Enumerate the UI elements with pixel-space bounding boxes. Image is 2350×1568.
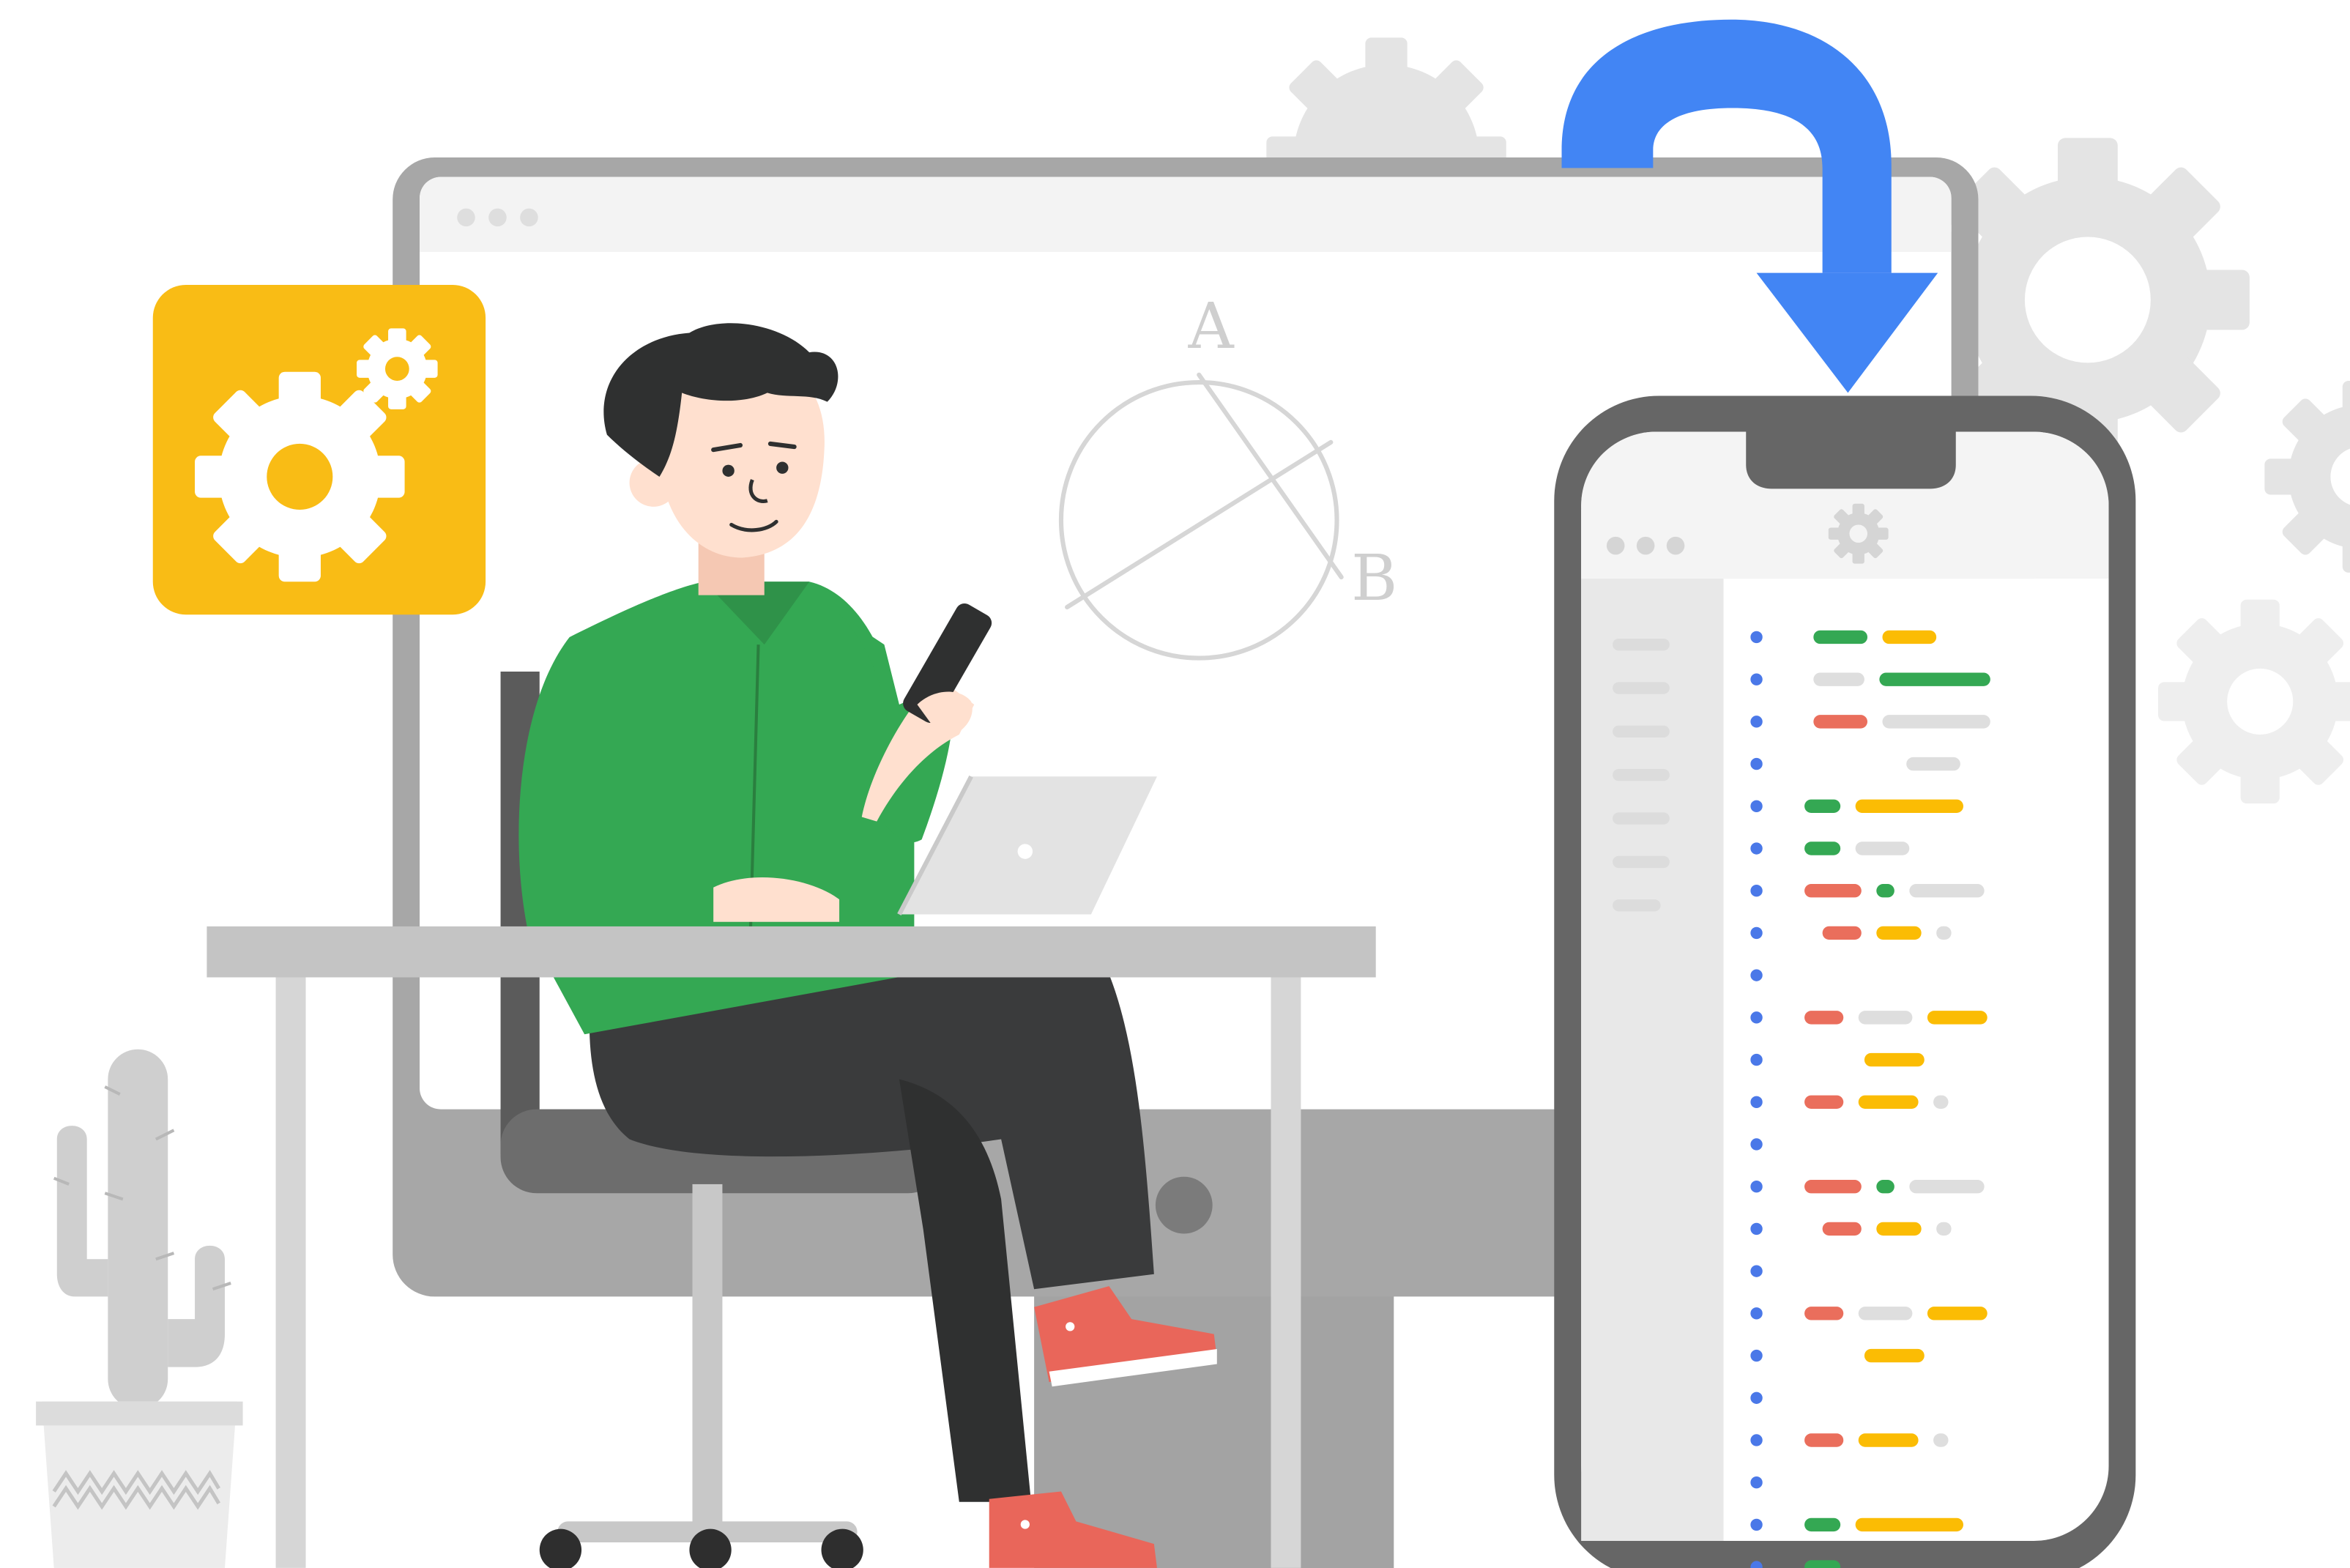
code-token [1876, 926, 1922, 940]
gear-icon [195, 371, 405, 582]
smartphone [1554, 395, 2136, 1568]
line-marker [1750, 885, 1763, 897]
code-token [1855, 1517, 1963, 1532]
gear-icon [1828, 503, 1889, 564]
code-token [1804, 1517, 1841, 1532]
line-marker [1750, 1518, 1763, 1531]
line-marker [1750, 842, 1763, 855]
code-token [1813, 672, 1864, 686]
diagram-label-b: B [1351, 542, 1397, 615]
phone-notch [1746, 431, 1956, 489]
code-token [1876, 1222, 1922, 1236]
phone-window-dots [1606, 536, 1685, 555]
code-token [1804, 799, 1841, 813]
cactus-plant [36, 1049, 243, 1568]
code-token [1858, 1011, 1913, 1025]
code-token [1804, 1095, 1844, 1109]
code-token [1804, 1560, 1841, 1568]
code-token [1882, 715, 1990, 729]
gear-icon [357, 328, 438, 409]
code-token [1864, 1052, 1925, 1067]
diagram-label-a: A [1188, 290, 1235, 363]
code-token [1927, 1307, 1988, 1320]
line-marker [1750, 716, 1763, 728]
code-token [1858, 1433, 1919, 1447]
phone-sidebar [1581, 579, 1724, 1542]
code-token [1876, 1179, 1894, 1194]
line-marker [1750, 1138, 1763, 1151]
code-token [1804, 884, 1862, 898]
line-marker [1750, 1434, 1763, 1446]
code-token [1822, 1222, 1862, 1236]
code-token [1813, 630, 1868, 644]
code-token [1864, 1348, 1925, 1363]
code-token [1879, 672, 1990, 686]
line-marker [1750, 1181, 1763, 1193]
line-marker [1750, 673, 1763, 685]
code-token [1936, 926, 1952, 940]
gear-icon [2158, 599, 2350, 804]
line-marker [1750, 800, 1763, 812]
code-token [1882, 630, 1937, 644]
code-token [1804, 1011, 1844, 1025]
line-marker [1750, 1222, 1763, 1236]
code-token [1858, 1307, 1913, 1320]
code-token [1855, 841, 1910, 855]
settings-tile [152, 284, 486, 615]
code-token [1936, 1222, 1952, 1236]
line-marker [1750, 757, 1763, 770]
code-token [1804, 1433, 1844, 1447]
code-token [1804, 841, 1841, 855]
code-token [1933, 1095, 1949, 1109]
code-token [1813, 715, 1868, 729]
gear-icon [2264, 380, 2350, 573]
code-token [1927, 1011, 1988, 1025]
code-token [1906, 757, 1960, 771]
code-token [1876, 884, 1894, 898]
line-marker [1750, 1011, 1763, 1024]
line-marker [1750, 1391, 1763, 1404]
illustration-scene: A B [36, 19, 2350, 1568]
line-marker [1750, 1053, 1763, 1066]
code-token [1855, 799, 1963, 813]
monitor-power-button [1155, 1176, 1213, 1234]
line-marker [1750, 969, 1763, 981]
code-token [1822, 926, 1862, 940]
code-token [1804, 1307, 1844, 1320]
line-marker [1750, 1307, 1763, 1320]
code-token [1858, 1095, 1919, 1109]
code-token [1909, 884, 1985, 898]
code-token [1909, 1179, 1985, 1194]
line-marker [1750, 1096, 1763, 1108]
line-marker [1750, 1265, 1763, 1277]
line-marker [1750, 926, 1763, 940]
line-marker [1750, 1476, 1763, 1489]
line-marker [1750, 631, 1763, 644]
window-dots [457, 208, 538, 227]
code-token [1804, 1179, 1862, 1194]
line-marker [1750, 1349, 1763, 1362]
code-token [1933, 1433, 1949, 1447]
